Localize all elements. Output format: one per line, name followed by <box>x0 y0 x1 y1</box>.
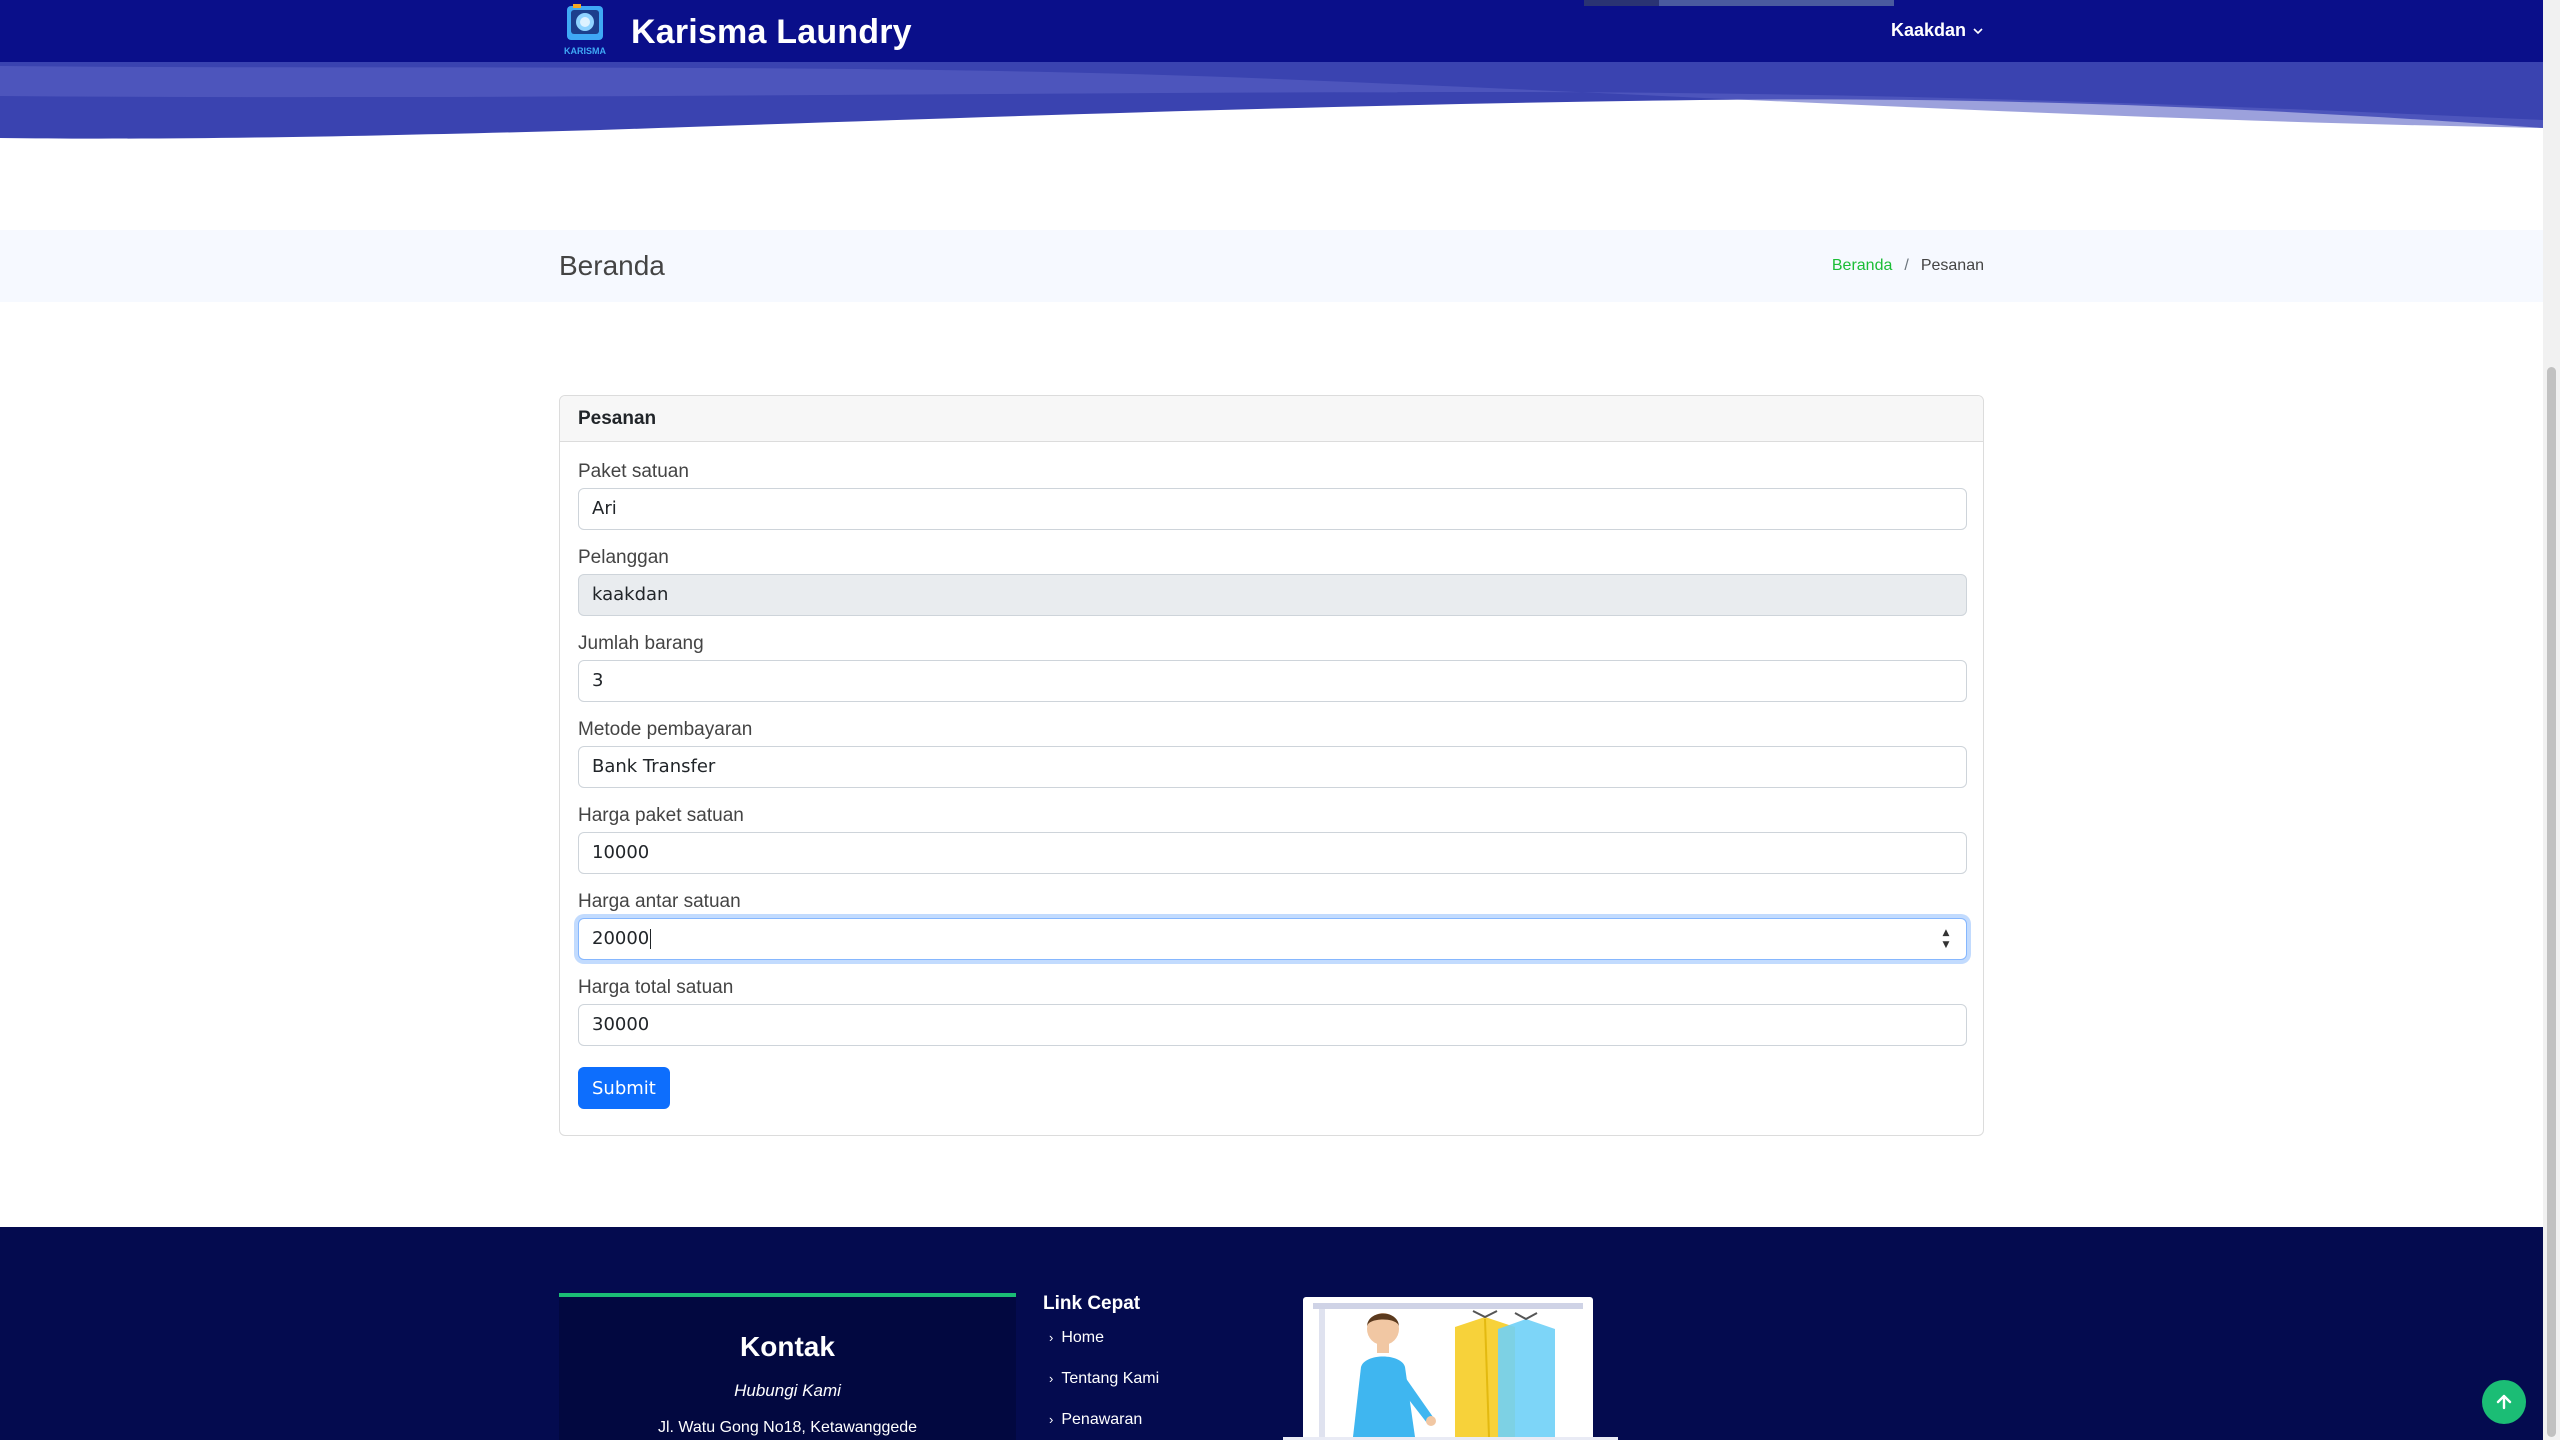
karisma-logo[interactable]: KARISMA <box>559 2 611 62</box>
contact-subtitle: Hubungi Kami <box>734 1381 841 1400</box>
order-form: Paket satuan Ari Pelanggan kaakdan Jumla… <box>578 460 1967 1109</box>
chevron-down-icon <box>1973 27 1983 34</box>
scrollbar-thumb[interactable] <box>2547 367 2556 1437</box>
quick-link-label: Tentang Kami <box>1061 1370 1160 1387</box>
site-header: KARISMA Karisma Laundry Kaakdan <box>0 0 2543 140</box>
chevron-right-icon: › <box>1049 1330 1054 1345</box>
field-group-harga-antar-satuan: Harga antar satuan 20000 ▲ ▼ <box>578 890 1967 976</box>
breadcrumb-link-beranda[interactable]: Beranda <box>1832 257 1893 275</box>
field-group-metode-pembayaran: Metode pembayaran Bank Transfer <box>578 718 1967 804</box>
arrow-up-icon <box>2496 1394 2512 1410</box>
quick-link-penawaran[interactable]: › Penawaran <box>1043 1411 1243 1440</box>
contact-address: Jl. Watu Gong No18, Ketawanggede <box>657 1419 918 1436</box>
harga-paket-satuan-label: Harga paket satuan <box>578 805 744 826</box>
chevron-right-icon: › <box>1049 1371 1054 1386</box>
field-group-harga-paket-satuan: Harga paket satuan 10000 <box>578 804 1967 890</box>
breadcrumb: Beranda / Pesanan <box>1832 257 1984 275</box>
quick-link-tentang-kami[interactable]: › Tentang Kami <box>1043 1370 1243 1411</box>
number-spinner[interactable]: ▲ ▼ <box>1940 928 1952 950</box>
pelanggan-label: Pelanggan <box>578 547 669 568</box>
contact-title: Kontak <box>740 1331 835 1362</box>
harga-total-satuan-input[interactable]: 30000 <box>578 1004 1967 1046</box>
back-to-top-button[interactable] <box>2482 1380 2526 1424</box>
paket-satuan-input[interactable]: Ari <box>578 488 1967 530</box>
metode-pembayaran-input[interactable]: Bank Transfer <box>578 746 1967 788</box>
laundry-illustration <box>1283 1297 1618 1440</box>
field-group-jumlah-barang: Jumlah barang 3 <box>578 632 1967 718</box>
jumlah-barang-label: Jumlah barang <box>578 633 704 654</box>
submit-button[interactable]: Submit <box>578 1067 670 1109</box>
harga-antar-satuan-label: Harga antar satuan <box>578 891 741 912</box>
breadcrumb-separator: / <box>1904 257 1909 274</box>
quick-link-home[interactable]: › Home <box>1043 1329 1243 1370</box>
quick-link-label: Home <box>1061 1329 1105 1346</box>
page-title: Beranda <box>559 250 665 281</box>
breadcrumb-bar: Beranda Beranda / Pesanan <box>0 230 2543 302</box>
quick-link-label: Penawaran <box>1061 1411 1143 1428</box>
brand-name[interactable]: Karisma Laundry <box>631 13 912 52</box>
jumlah-barang-input[interactable]: 3 <box>578 660 1967 702</box>
harga-paket-satuan-input[interactable]: 10000 <box>578 832 1967 874</box>
user-menu[interactable]: Kaakdan <box>1891 20 1984 41</box>
harga-antar-satuan-input[interactable]: 20000 ▲ ▼ <box>578 918 1967 960</box>
page-scrollbar[interactable] <box>2543 0 2560 1440</box>
logo-text: KARISMA <box>564 46 606 56</box>
field-group-paket-satuan: Paket satuan Ari <box>578 460 1967 546</box>
metode-pembayaran-label: Metode pembayaran <box>578 719 753 740</box>
card-title: Pesanan <box>560 396 1983 442</box>
chevron-right-icon: › <box>1049 1412 1054 1427</box>
spin-up-icon[interactable]: ▲ <box>1943 928 1950 938</box>
site-footer: Kontak Hubungi Kami Jl. Watu Gong No18, … <box>0 1227 2543 1440</box>
quick-links-title: Link Cepat <box>1043 1293 1141 1314</box>
harga-antar-satuan-value: 20000 <box>592 928 650 949</box>
pelanggan-input[interactable]: kaakdan <box>578 574 1967 616</box>
field-group-harga-total-satuan: Harga total satuan 30000 <box>578 976 1967 1062</box>
quick-links: Link Cepat › Home › Tentang Kami › Penaw… <box>1043 1293 1243 1440</box>
paket-satuan-label: Paket satuan <box>578 461 689 482</box>
contact-box: Kontak Hubungi Kami Jl. Watu Gong No18, … <box>559 1293 1016 1440</box>
navbar: KARISMA Karisma Laundry Kaakdan <box>559 0 1984 64</box>
order-card: Pesanan Paket satuan Ari Pelanggan kaakd… <box>559 395 1984 1136</box>
breadcrumb-current: Pesanan <box>1920 257 1984 274</box>
text-caret <box>650 929 652 949</box>
spin-down-icon[interactable]: ▼ <box>1943 940 1950 950</box>
harga-total-satuan-label: Harga total satuan <box>578 977 734 998</box>
field-group-pelanggan: Pelanggan kaakdan <box>578 546 1967 632</box>
user-menu-label: Kaakdan <box>1890 20 1966 40</box>
